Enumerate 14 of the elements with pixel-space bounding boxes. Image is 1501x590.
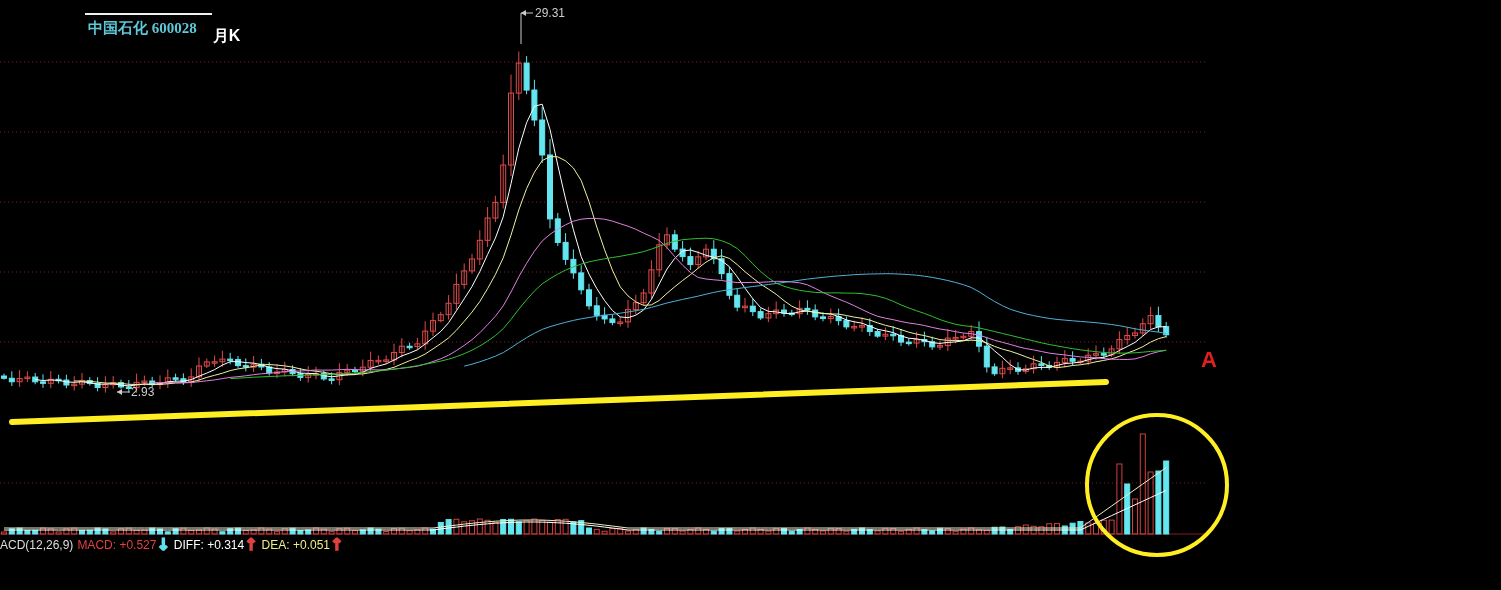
indicator-value: DEA: +0.051 xyxy=(261,538,330,552)
leader-line xyxy=(520,10,534,45)
trend-arrow: ↓ xyxy=(156,538,170,552)
chart-marker: A xyxy=(1201,347,1217,373)
price-label: 29.31 xyxy=(535,6,566,20)
indicator-value: MACD: +0.527 xyxy=(77,538,157,552)
leader-line xyxy=(116,389,131,395)
indicator-name: ACD(12,26,9) xyxy=(0,538,74,552)
period-label: 月K xyxy=(212,26,241,46)
price-label: 2.93 xyxy=(131,385,155,399)
trend-arrow: ↑ xyxy=(244,538,258,552)
trend-arrow: ↑ xyxy=(330,538,344,552)
indicator-value: DIFF: +0.314 xyxy=(173,538,245,552)
stock-title: 中国石化 600028 xyxy=(88,19,197,38)
